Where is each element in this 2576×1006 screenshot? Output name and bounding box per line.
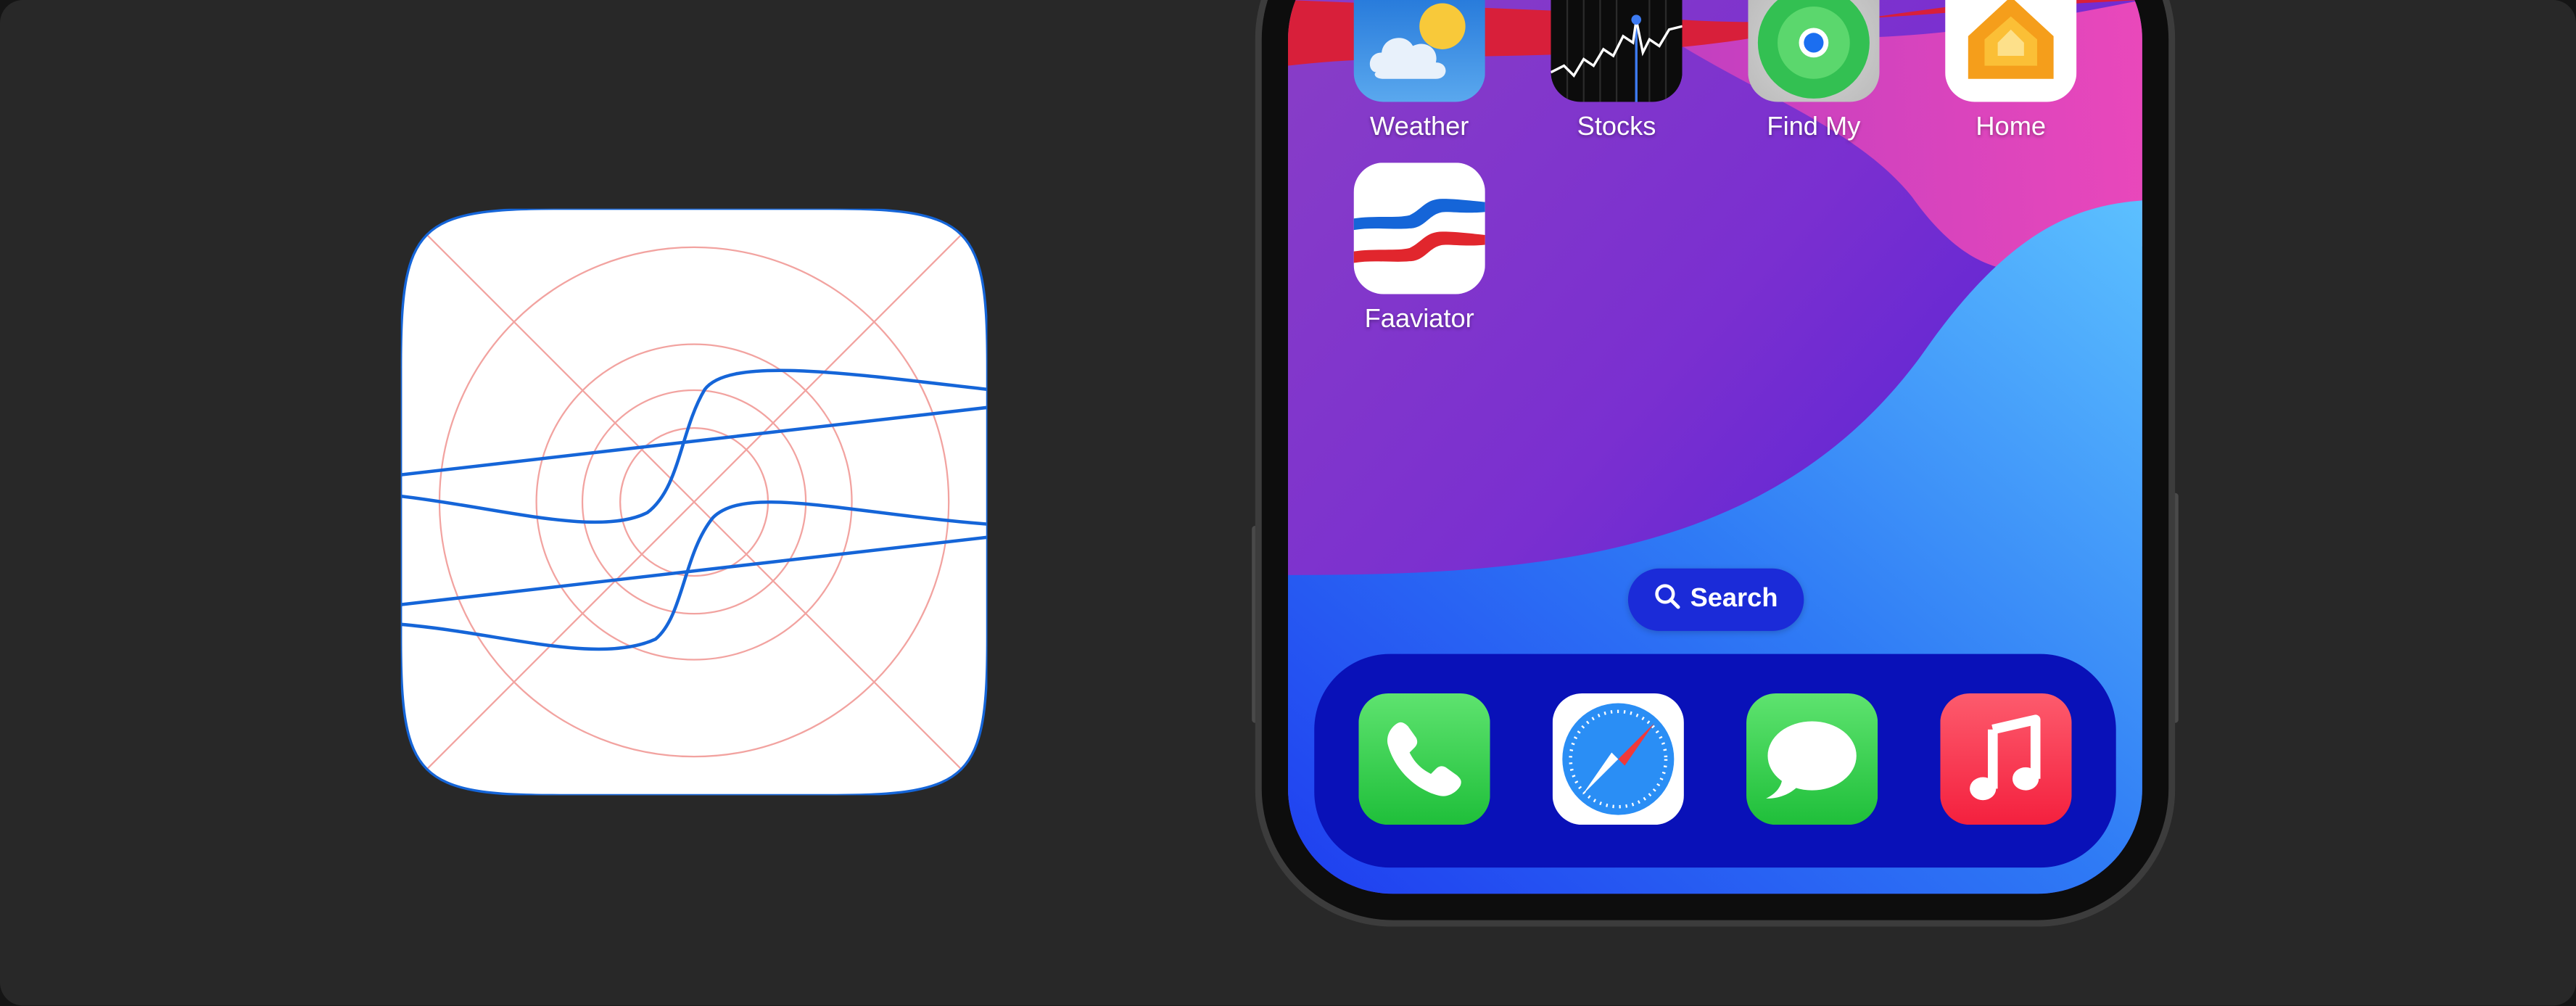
app-label: Faaviator	[1364, 305, 1474, 334]
messages-icon	[1746, 693, 1878, 825]
icon-design-grid	[400, 207, 989, 797]
find-my-icon	[1748, 0, 1880, 102]
app-faaviator[interactable]: Faaviator	[1329, 162, 1510, 337]
app-label: Home	[1976, 113, 2047, 141]
app-find-my[interactable]: Find My	[1723, 0, 1904, 144]
presentation-canvas: Weather Stocks Find My Home Faaviator Se…	[0, 0, 2576, 1006]
app-label: Stocks	[1577, 113, 1656, 141]
search-icon	[1654, 582, 1680, 617]
stocks-icon	[1551, 0, 1683, 102]
app-label: Find My	[1767, 113, 1861, 141]
app-weather[interactable]: Weather	[1329, 0, 1510, 144]
app-stocks[interactable]: Stocks	[1526, 0, 1706, 144]
safari-icon	[1552, 693, 1684, 825]
app-label: Weather	[1370, 113, 1469, 141]
dock-app-messages[interactable]	[1722, 693, 1902, 825]
weather-icon	[1353, 0, 1485, 102]
home-screen: Weather Stocks Find My Home Faaviator Se…	[1287, 0, 2142, 894]
home-icon	[1945, 0, 2077, 102]
dock-app-phone[interactable]	[1334, 693, 1514, 825]
search-button[interactable]: Search	[1627, 568, 1804, 631]
music-icon	[1940, 693, 2072, 825]
search-label: Search	[1690, 585, 1778, 613]
dock-app-safari[interactable]	[1528, 693, 1709, 825]
faaviator-icon	[1353, 162, 1485, 294]
app-home[interactable]: Home	[1920, 0, 2101, 144]
dock-app-music[interactable]	[1915, 693, 2096, 825]
phone-icon	[1358, 693, 1490, 825]
dock	[1314, 654, 2116, 868]
